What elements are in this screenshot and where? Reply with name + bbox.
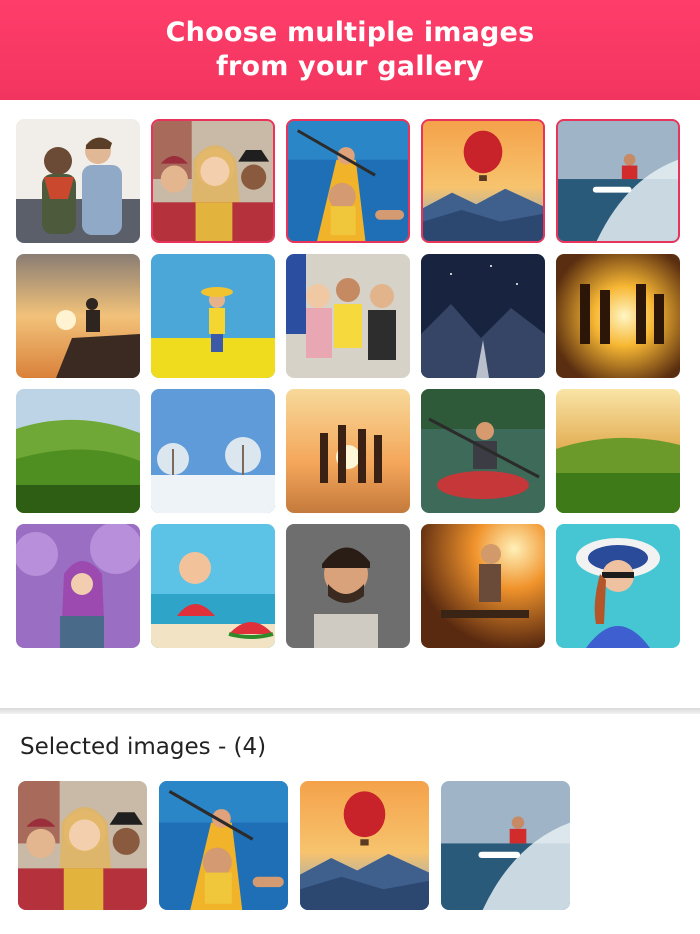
header-title-line-2: from your gallery <box>216 51 484 82</box>
gallery-tile-purple-trees[interactable] <box>16 524 140 648</box>
gallery-tile-three-women[interactable] <box>286 254 410 378</box>
header-banner: Choose multiple images from your gallery <box>0 0 700 100</box>
gallery-tile-snow-trees[interactable] <box>151 389 275 513</box>
selected-tile-hot-air-balloon[interactable] <box>300 781 429 910</box>
gallery-tile-green-hills[interactable] <box>16 389 140 513</box>
gallery-tile-woman-bench[interactable] <box>421 524 545 648</box>
gallery-tile-yellow-field[interactable] <box>151 254 275 378</box>
gallery-tile-kayak-selfie[interactable] <box>286 119 410 243</box>
gallery-tile-man-kayak[interactable] <box>421 389 545 513</box>
selected-images-title: Selected images - (4) <box>20 734 267 760</box>
section-divider <box>0 708 700 714</box>
selected-tile-kayak-selfie[interactable] <box>159 781 288 910</box>
gallery-tile-friends-sunset-water[interactable] <box>556 254 680 378</box>
gallery-tile-couple-phone[interactable] <box>16 119 140 243</box>
gallery-tile-kid-watermelon[interactable] <box>151 524 275 648</box>
gallery-tile-friends-beach[interactable] <box>286 389 410 513</box>
gallery-tile-man-portrait[interactable] <box>286 524 410 648</box>
selected-tile-surfer[interactable] <box>441 781 570 910</box>
selected-tile-three-friends[interactable] <box>18 781 147 910</box>
selected-images-strip <box>18 781 570 910</box>
gallery-tile-night-road[interactable] <box>421 254 545 378</box>
gallery-tile-woman-sunhat[interactable] <box>556 524 680 648</box>
gallery-tile-hot-air-balloon[interactable] <box>421 119 545 243</box>
gallery-tile-meditation-sunset[interactable] <box>16 254 140 378</box>
gallery-tile-sunset-meadow[interactable] <box>556 389 680 513</box>
header-title-line-1: Choose multiple images <box>165 17 535 48</box>
gallery-grid <box>16 119 680 648</box>
gallery-tile-surfer[interactable] <box>556 119 680 243</box>
gallery-tile-three-friends[interactable] <box>151 119 275 243</box>
